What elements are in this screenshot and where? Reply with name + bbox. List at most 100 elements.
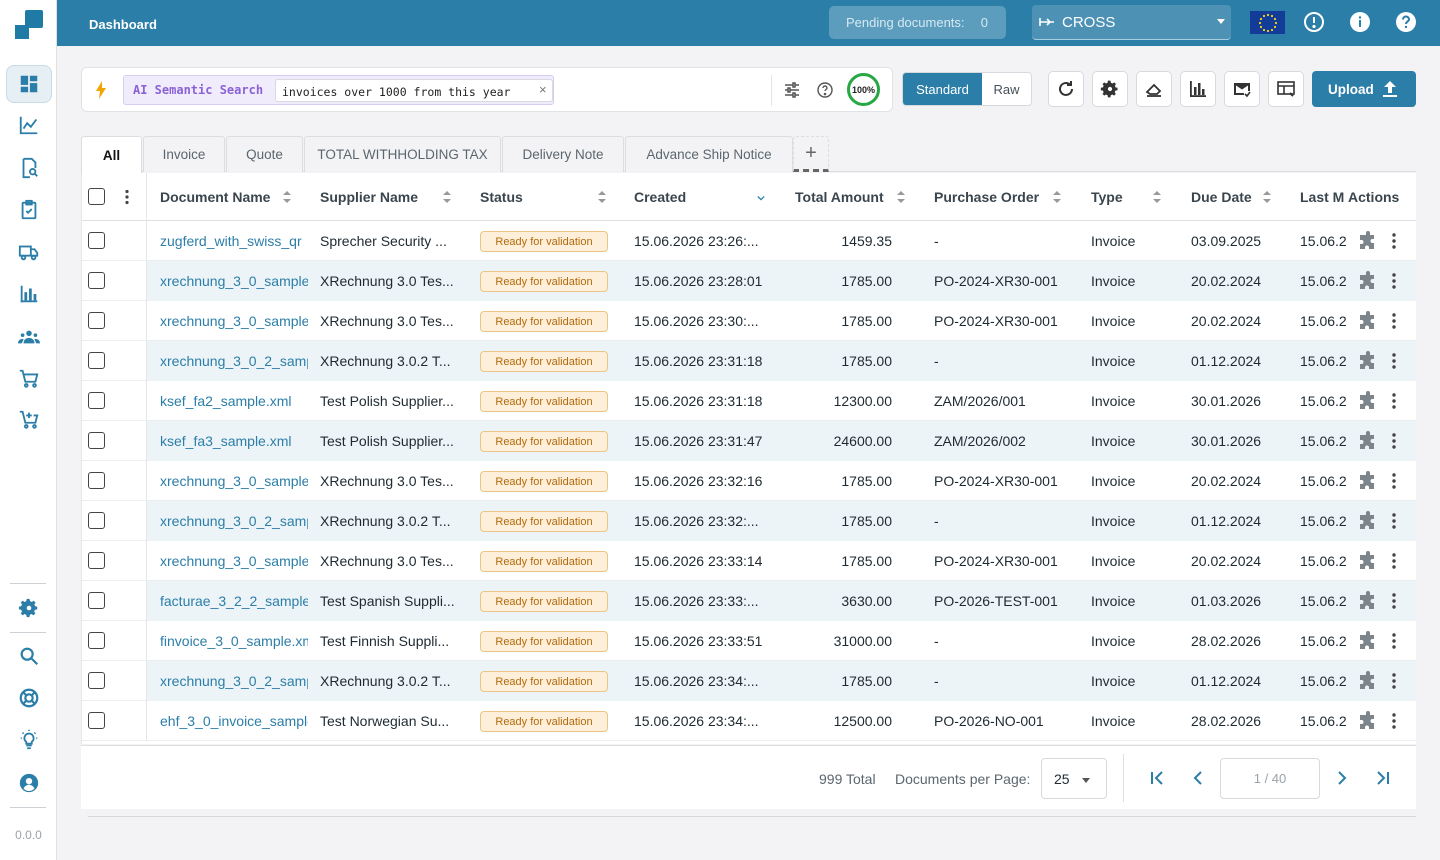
puzzle-icon[interactable] [1358, 311, 1378, 331]
upload-button[interactable]: Upload [1312, 71, 1416, 107]
sort-desc-icon[interactable] [757, 194, 765, 202]
row-menu-icon[interactable] [1391, 672, 1397, 690]
clipboard-check-icon[interactable] [6, 191, 52, 229]
col-last-modified[interactable]: Last M [1300, 189, 1348, 205]
search-document-icon[interactable] [6, 149, 52, 187]
refresh-button[interactable] [1048, 71, 1084, 107]
row-checkbox[interactable] [88, 432, 105, 449]
table-row[interactable]: ehf_3_0_invoice_sample Test Norwegian Su.… [82, 701, 1416, 741]
puzzle-icon[interactable] [1358, 711, 1378, 731]
settings-icon[interactable] [6, 589, 52, 627]
table-row[interactable]: ksef_fa3_sample.xml Test Polish Supplier.… [82, 421, 1416, 461]
next-page-icon[interactable] [1333, 768, 1351, 788]
row-menu-icon[interactable] [1391, 712, 1397, 730]
document-name-link[interactable]: ksef_fa2_sample.xml [160, 393, 308, 409]
row-menu-icon[interactable] [1391, 472, 1397, 490]
document-name-link[interactable]: ksef_fa3_sample.xml [160, 433, 308, 449]
table-row[interactable]: ksef_fa2_sample.xml Test Polish Supplier.… [82, 381, 1416, 421]
document-name-link[interactable]: xrechnung_3_0_2_sample [160, 353, 308, 369]
sort-icon[interactable] [1153, 191, 1161, 203]
document-name-link[interactable]: xrechnung_3_0_2_sample [160, 673, 308, 689]
puzzle-icon[interactable] [1358, 671, 1378, 691]
puzzle-icon[interactable] [1358, 391, 1378, 411]
chart-line-icon[interactable] [6, 106, 52, 144]
document-name-link[interactable]: ehf_3_0_invoice_sample [160, 713, 308, 729]
document-name-link[interactable]: zugferd_with_swiss_qr [160, 233, 308, 249]
column-menu-icon[interactable] [124, 189, 130, 205]
row-menu-icon[interactable] [1391, 392, 1397, 410]
row-menu-icon[interactable] [1391, 312, 1397, 330]
add-tab-button[interactable]: + [793, 136, 829, 172]
select-all-checkbox[interactable] [88, 188, 105, 205]
table-row[interactable]: finvoice_3_0_sample.xml Test Finnish Supp… [82, 621, 1416, 661]
puzzle-icon[interactable] [1358, 551, 1378, 571]
row-menu-icon[interactable] [1391, 352, 1397, 370]
col-status[interactable]: Status [480, 189, 523, 205]
tab-delivery-note[interactable]: Delivery Note [502, 136, 624, 172]
pending-documents-button[interactable]: Pending documents: 0 [829, 6, 1006, 39]
col-created[interactable]: Created [634, 189, 686, 205]
filter-sliders-icon[interactable] [782, 80, 802, 100]
account-icon[interactable] [6, 764, 52, 802]
puzzle-icon[interactable] [1358, 351, 1378, 371]
table-row[interactable]: xrechnung_3_0_sample XRechnung 3.0 Tes...… [82, 261, 1416, 301]
document-name-link[interactable]: xrechnung_3_0_sample [160, 273, 308, 289]
row-checkbox[interactable] [88, 592, 105, 609]
per-page-select[interactable]: 25 [1041, 758, 1107, 799]
ai-semantic-search[interactable]: AI Semantic Search invoices over 1000 fr… [123, 75, 554, 105]
last-page-icon[interactable] [1373, 768, 1391, 788]
puzzle-icon[interactable] [1358, 231, 1378, 251]
eu-flag-icon[interactable] [1250, 11, 1285, 34]
page-input[interactable]: 1 / 40 [1220, 758, 1320, 799]
sort-icon[interactable] [598, 191, 606, 203]
col-type[interactable]: Type [1091, 189, 1123, 205]
row-menu-icon[interactable] [1391, 272, 1397, 290]
row-checkbox[interactable] [88, 232, 105, 249]
row-menu-icon[interactable] [1391, 432, 1397, 450]
sort-icon[interactable] [897, 191, 905, 203]
tab-advance-ship-notice[interactable]: Advance Ship Notice [625, 136, 793, 172]
sort-icon[interactable] [443, 191, 451, 203]
users-icon[interactable] [6, 318, 52, 356]
row-menu-icon[interactable] [1391, 632, 1397, 650]
document-name-link[interactable]: xrechnung_3_0_2_sample [160, 513, 308, 529]
row-checkbox[interactable] [88, 312, 105, 329]
cart-plus-icon[interactable] [6, 401, 52, 439]
row-checkbox[interactable] [88, 472, 105, 489]
workspace-select[interactable]: CROSS [1032, 5, 1231, 40]
tab-invoice[interactable]: Invoice [143, 136, 225, 172]
search-icon[interactable] [6, 637, 52, 675]
sort-icon[interactable] [1053, 191, 1061, 203]
puzzle-icon[interactable] [1358, 471, 1378, 491]
table-row[interactable]: xrechnung_3_0_2_sample XRechnung 3.0.2 T.… [82, 341, 1416, 381]
sort-icon[interactable] [1263, 191, 1271, 203]
tab-quote[interactable]: Quote [226, 136, 303, 172]
col-due-date[interactable]: Due Date [1191, 189, 1252, 205]
document-name-link[interactable]: finvoice_3_0_sample.xml [160, 633, 308, 649]
nav-dashboard-icon[interactable] [6, 65, 52, 103]
tab-all[interactable]: All [81, 136, 142, 173]
lightning-icon[interactable] [94, 81, 108, 99]
puzzle-icon[interactable] [1358, 431, 1378, 451]
document-name-link[interactable]: facturae_3_2_2_sample [160, 593, 308, 609]
row-checkbox[interactable] [88, 272, 105, 289]
table-row[interactable]: xrechnung_3_0_sample XRechnung 3.0 Tes...… [82, 461, 1416, 501]
prev-page-icon[interactable] [1189, 768, 1207, 788]
table-row[interactable]: xrechnung_3_0_2_sample XRechnung 3.0.2 T.… [82, 501, 1416, 541]
app-logo[interactable] [12, 10, 44, 44]
standard-mode-button[interactable]: Standard [903, 73, 982, 105]
raw-mode-button[interactable]: Raw [982, 73, 1031, 105]
row-menu-icon[interactable] [1391, 592, 1397, 610]
bar-chart-icon[interactable] [6, 275, 52, 313]
info-icon[interactable] [1349, 11, 1371, 33]
row-checkbox[interactable] [88, 512, 105, 529]
row-checkbox[interactable] [88, 672, 105, 689]
analytics-button[interactable] [1180, 71, 1216, 107]
document-name-link[interactable]: xrechnung_3_0_sample [160, 553, 308, 569]
document-name-link[interactable]: xrechnung_3_0_sample [160, 313, 308, 329]
col-document-name[interactable]: Document Name [160, 189, 270, 205]
puzzle-icon[interactable] [1358, 511, 1378, 531]
support-icon[interactable] [6, 679, 52, 717]
puzzle-icon[interactable] [1358, 631, 1378, 651]
tab-total-withholding-tax[interactable]: TOTAL WITHHOLDING TAX [304, 136, 501, 172]
